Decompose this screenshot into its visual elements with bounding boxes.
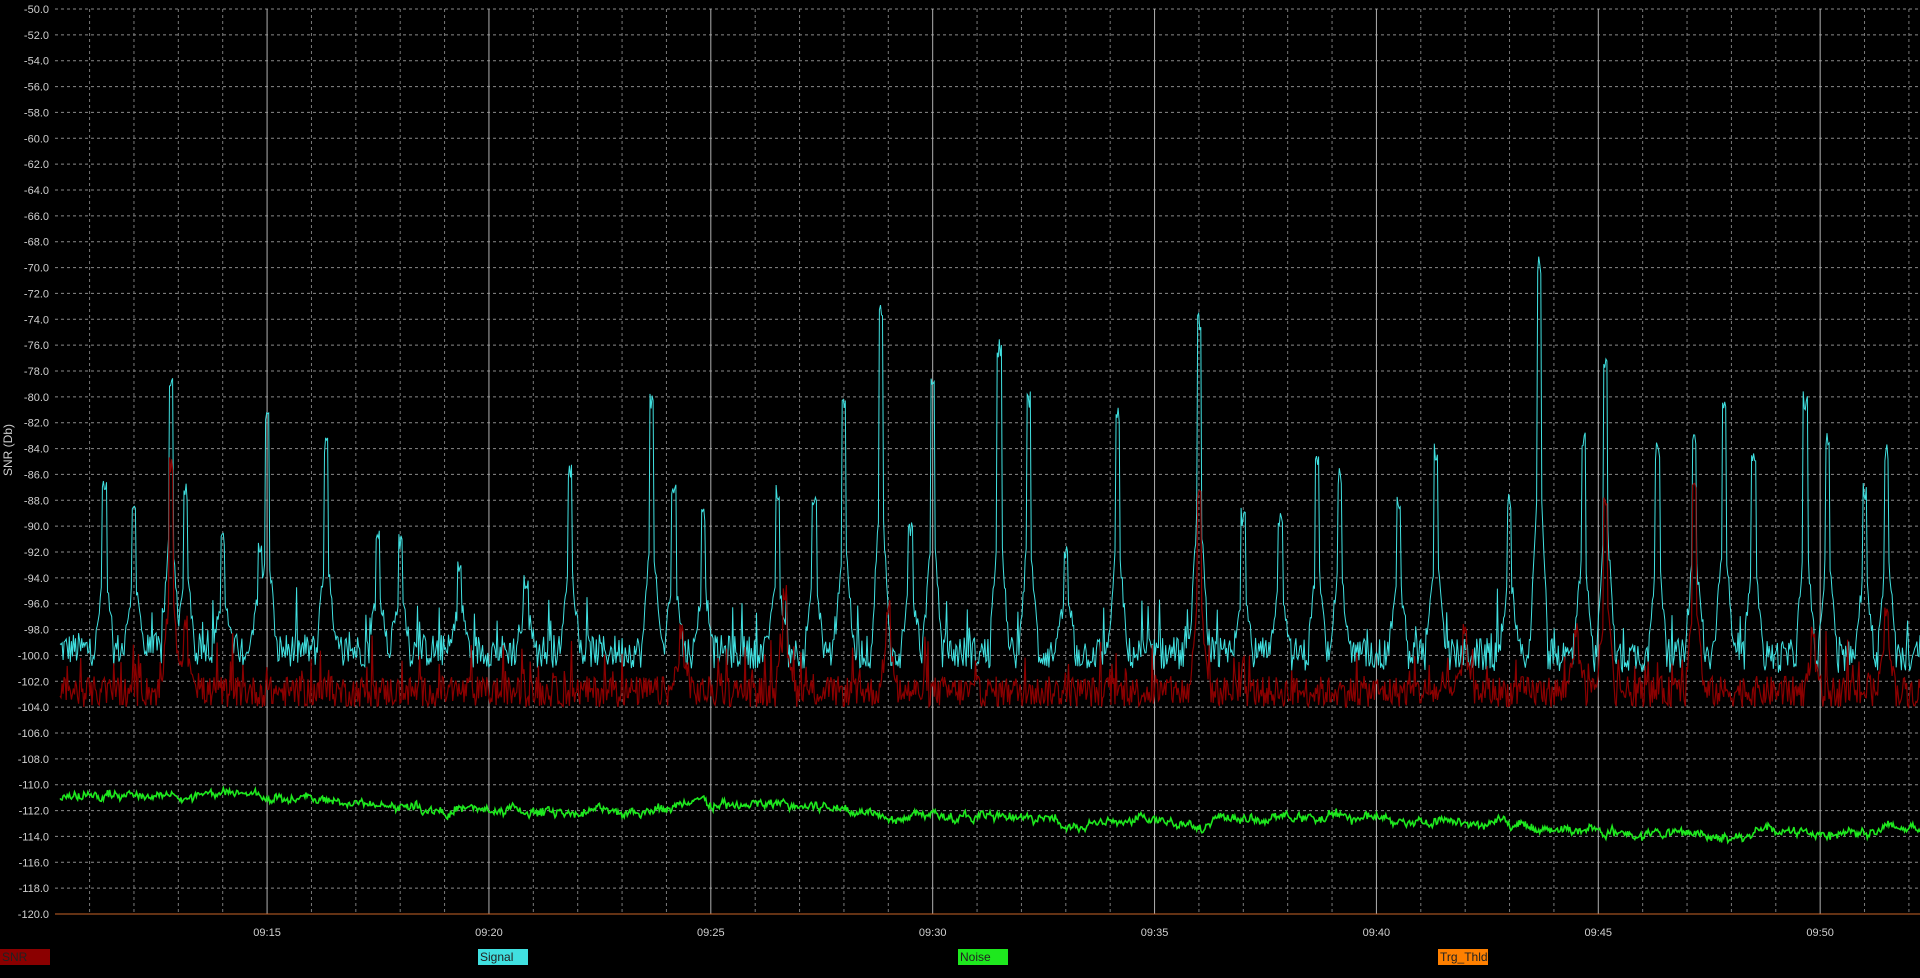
y-tick-label: -58.0 (24, 107, 49, 119)
x-tick-label: 09:15 (253, 927, 281, 939)
y-tick-label: -104.0 (18, 702, 49, 714)
y-tick-label: -78.0 (24, 366, 49, 378)
x-tick-label: 09:35 (1141, 927, 1169, 939)
y-tick-label: -56.0 (24, 82, 49, 94)
x-tick-label: 09:20 (475, 927, 503, 939)
legend-signal[interactable]: Signal (478, 949, 528, 965)
y-tick-label: -66.0 (24, 211, 49, 223)
chart-area: -50.0 -52.0 -54.0 -56.0 -58.0 -60.0 -62.0 -64.0… (1, 4, 1920, 939)
y-tick-label: -70.0 (24, 263, 49, 275)
y-tick-label: -120.0 (18, 909, 49, 921)
legend-noise[interactable]: Noise (958, 949, 1008, 965)
y-tick-label: -50.0 (24, 4, 49, 16)
x-tick-labels: 09:15 09:20 09:25 09:30 09:35 09:40 09:45 09:50 (253, 927, 1834, 939)
y-tick-label: -74.0 (24, 314, 49, 326)
legend-trg-thld[interactable]: Trg_Thld (1438, 949, 1488, 965)
y-tick-label: -112.0 (19, 806, 49, 818)
y-tick-label: -110.0 (19, 780, 49, 792)
x-tick-label: 09:50 (1806, 927, 1834, 939)
y-tick-label: -90.0 (24, 521, 49, 533)
y-tick-label: -82.0 (24, 418, 49, 430)
y-tick-label: -86.0 (24, 469, 49, 481)
x-tick-label: 09:45 (1585, 927, 1613, 939)
y-tick-label: -94.0 (24, 573, 49, 585)
y-tick-label: -60.0 (24, 133, 49, 145)
y-tick-label: -96.0 (24, 599, 49, 611)
y-tick-label: -92.0 (24, 547, 49, 559)
y-tick-label: -118.0 (19, 883, 49, 895)
y-tick-label: -76.0 (24, 340, 49, 352)
y-tick-label: -88.0 (24, 495, 49, 507)
y-axis-label: SNR (Db) (1, 424, 15, 476)
y-tick-label: -80.0 (24, 392, 49, 404)
y-tick-label: -108.0 (18, 754, 49, 766)
y-tick-label: -100.0 (18, 650, 49, 662)
legend-snr[interactable]: SNR (0, 949, 50, 965)
y-tick-label: -116.0 (19, 857, 49, 869)
y-tick-label: -54.0 (24, 56, 49, 68)
x-tick-label: 09:30 (919, 927, 947, 939)
y-tick-label: -52.0 (24, 30, 49, 42)
y-tick-label: -68.0 (24, 237, 49, 249)
y-tick-label: -102.0 (18, 676, 49, 688)
plot-background (55, 9, 1920, 914)
y-tick-label: -106.0 (18, 728, 49, 740)
y-tick-label: -114.0 (19, 831, 49, 843)
y-tick-label: -62.0 (24, 159, 49, 171)
y-tick-label: -84.0 (24, 444, 49, 456)
y-tick-label: -72.0 (24, 288, 49, 300)
x-tick-label: 09:40 (1363, 927, 1391, 939)
y-tick-label: -98.0 (24, 625, 49, 637)
y-tick-labels: -50.0 -52.0 -54.0 -56.0 -58.0 -60.0 -62.0 -64.0… (18, 4, 49, 921)
y-tick-label: -64.0 (24, 185, 49, 197)
x-tick-label: 09:25 (697, 927, 725, 939)
